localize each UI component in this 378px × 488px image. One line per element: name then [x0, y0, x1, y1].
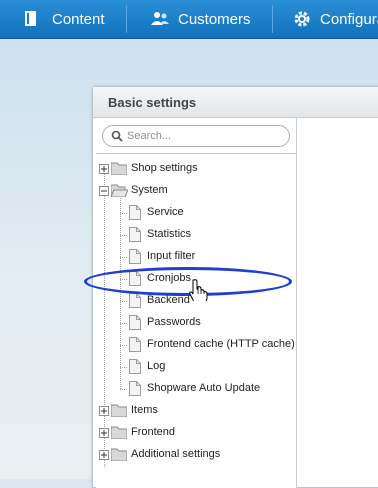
nav-customers-label: Customers	[178, 10, 251, 28]
tree-leaf-frontend-cache[interactable]: Frontend cache (HTTP cache)	[96, 334, 296, 356]
tree-node-label: Log	[147, 360, 166, 372]
search-icon	[111, 129, 123, 147]
tree-leaf-passwords[interactable]: Passwords	[96, 312, 296, 334]
folder-icon	[110, 404, 128, 422]
folder-open-icon	[110, 184, 129, 202]
annotation-highlight-ellipse	[84, 267, 292, 296]
document-icon	[24, 11, 38, 27]
search-field[interactable]	[102, 125, 290, 147]
collapse-icon[interactable]	[99, 186, 109, 196]
tree-node-label: Shop settings	[131, 162, 198, 174]
nav-content-label: Content	[52, 10, 105, 28]
tree-node-additional-settings[interactable]: Additional settings	[96, 444, 296, 466]
tree-node-label: Frontend cache (HTTP cache)	[147, 338, 295, 350]
folder-icon	[110, 426, 128, 444]
document-icon	[129, 227, 141, 247]
nav-customers[interactable]: Customers	[151, 0, 251, 38]
tree-node-label: Items	[131, 404, 158, 416]
document-icon	[129, 381, 141, 401]
folder-icon	[110, 162, 128, 180]
document-icon	[129, 249, 141, 269]
expand-icon[interactable]	[99, 450, 109, 460]
top-navigation: Content Customers Configura	[0, 0, 378, 39]
tree-leaf-shopware-auto-update[interactable]: Shopware Auto Update	[96, 378, 296, 400]
document-icon	[129, 337, 141, 357]
tree-node-label: Passwords	[147, 316, 201, 328]
tree-node-items[interactable]: Items	[96, 400, 296, 422]
tree-node-shop-settings[interactable]: Shop settings	[96, 158, 296, 180]
tree-leaf-service[interactable]: Service	[96, 202, 296, 224]
tree-leaf-log[interactable]: Log	[96, 356, 296, 378]
hand-cursor-icon	[189, 279, 209, 306]
folder-icon	[110, 448, 128, 466]
document-icon	[129, 205, 141, 225]
tree-node-system[interactable]: System	[96, 180, 296, 202]
tree-node-label: Statistics	[147, 228, 192, 240]
expand-icon[interactable]	[99, 164, 109, 174]
users-icon	[151, 11, 169, 27]
window-title: Basic settings	[108, 95, 197, 110]
tree-node-frontend[interactable]: Frontend	[96, 422, 296, 444]
nav-configuration[interactable]: Configura	[293, 0, 378, 38]
document-icon	[129, 293, 141, 313]
nav-content[interactable]: Content	[24, 0, 105, 38]
tree-node-label: Additional settings	[131, 448, 221, 460]
gear-icon	[293, 10, 311, 28]
tree-node-label: Frontend	[131, 426, 176, 438]
search-input[interactable]	[127, 128, 277, 144]
expand-icon[interactable]	[99, 406, 109, 416]
tree-leaf-statistics[interactable]: Statistics	[96, 224, 296, 246]
document-icon	[129, 315, 141, 335]
document-icon	[129, 359, 141, 379]
tree-leaf-input-filter[interactable]: Input filter	[96, 246, 296, 268]
tree-node-label: Service	[147, 206, 184, 218]
expand-icon[interactable]	[99, 428, 109, 438]
window-header[interactable]: Basic settings	[93, 87, 378, 118]
nav-configuration-label: Configura	[320, 10, 378, 28]
tree-node-label: System	[131, 184, 168, 196]
tree-node-label: Shopware Auto Update	[147, 382, 261, 394]
tree-node-label: Input filter	[147, 250, 196, 262]
